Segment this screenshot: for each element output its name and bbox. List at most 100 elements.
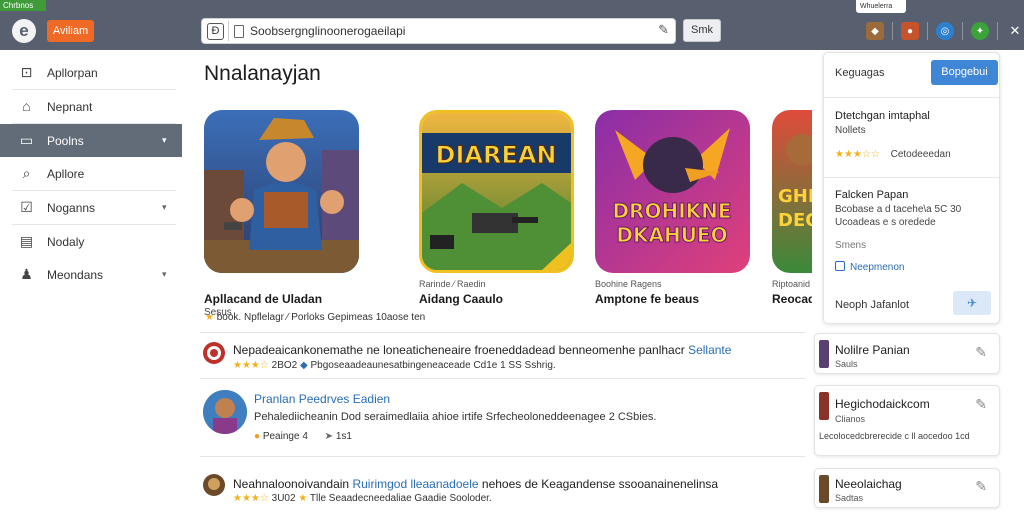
sidebar-item-label: Meondans bbox=[47, 267, 104, 282]
game-art-image: GHI DEO bbox=[772, 110, 812, 273]
toolbar-divider bbox=[927, 22, 928, 40]
panel-item-line: Bcobase a d tacehe\a 5C 30 bbox=[835, 204, 962, 215]
sidebar-item-home[interactable]: ⌂ Nepnant bbox=[0, 90, 182, 123]
sidebar-item-members[interactable]: ♟ Meondans ▾ bbox=[0, 258, 182, 291]
brand-button[interactable]: Aviliam bbox=[47, 20, 94, 42]
game-avatar-icon[interactable]: ◆ bbox=[866, 22, 884, 40]
toolbar-icons: ◆ ● ◎ ✦ ✕ bbox=[866, 20, 1024, 42]
list-item-title-part: nehoes de Keagandense ssooanainenelinsa bbox=[481, 477, 719, 491]
close-icon[interactable]: ✕ bbox=[1006, 22, 1024, 40]
panel-item-title[interactable]: Dtetchgan imtaphal bbox=[835, 110, 930, 122]
sidebar: ⊡ Apllorpan ⌂ Nepnant ▭ Poolns ▾ ⌕ Apllo… bbox=[0, 56, 182, 291]
arrow-icon: ➤ bbox=[324, 431, 334, 442]
sidebar-item-daily[interactable]: ▤ Nodaly bbox=[0, 225, 182, 258]
game-title[interactable]: Reocadas bbox=[772, 292, 812, 306]
sidebar-item-apps[interactable]: ⊡ Apllorpan bbox=[0, 56, 182, 89]
sidebar-item-label: Apllorpan bbox=[47, 65, 98, 80]
list-item-tags: ● Peainge 4 ➤ 1s1 bbox=[254, 431, 352, 442]
search-bar[interactable]: Ð ✎ bbox=[201, 18, 676, 44]
list-item-title-part: Neahnaloonoivandain bbox=[233, 477, 350, 491]
panel-divider bbox=[824, 97, 999, 98]
star-icon: ★ bbox=[205, 312, 214, 323]
game-title[interactable]: Amptone fe beaus bbox=[595, 292, 755, 306]
rating-count: 3U02 bbox=[271, 493, 296, 504]
game-card[interactable]: DIAREAN Rarinde ⁄ Raedin Aidang Caaulo bbox=[419, 110, 579, 307]
star-rating: ★★★☆☆ bbox=[835, 149, 880, 160]
game-subtitle bbox=[204, 279, 364, 291]
game-art-image: DROHIKNE DKAHUEO bbox=[595, 110, 750, 273]
panel-item-link[interactable]: Neepmenon bbox=[835, 261, 904, 273]
lock-icon: Ð bbox=[207, 23, 224, 40]
sidebar-item-label: Apllore bbox=[47, 166, 85, 181]
game-card[interactable]: DROHIKNE DKAHUEO Boohine Ragens Amptone … bbox=[595, 110, 755, 307]
sidebar-item-label: Nepnant bbox=[47, 99, 93, 114]
card-description: Lecolocedcbrerecide c ll aocedoo 1cd bbox=[819, 431, 970, 441]
list-item-link[interactable]: Sellante bbox=[688, 343, 731, 357]
games-meta-text: book. Npflelagr ⁄ Porloks Gepimeas 10aos… bbox=[216, 312, 426, 323]
section-divider bbox=[200, 456, 805, 457]
game-title[interactable]: Apllacand de Uladan bbox=[204, 292, 364, 306]
sidebar-item-explore[interactable]: ⌕ Apllore bbox=[0, 157, 182, 190]
list-item[interactable]: Pranlan Peedrves Eadien Pehalediicheanin… bbox=[203, 388, 803, 448]
list-item-link[interactable]: Pranlan Peedrves Eadien bbox=[254, 392, 390, 406]
game-subtitle: Riptoanid bbox=[772, 279, 811, 289]
card-title: Nolilre Panian bbox=[835, 343, 910, 357]
pencil-icon[interactable]: ✎ bbox=[975, 344, 987, 361]
edit-icon: ☑ bbox=[20, 199, 33, 215]
sidebar-item-pools[interactable]: ▭ Poolns ▾ bbox=[0, 124, 182, 157]
game-art-title: DKAHUEO bbox=[616, 223, 727, 247]
pencil-icon[interactable]: ✎ bbox=[975, 478, 987, 495]
profile-avatar-icon[interactable]: ● bbox=[901, 22, 919, 40]
page-title: Nnalanayjan bbox=[204, 62, 321, 85]
tag-count: 4 bbox=[302, 431, 308, 442]
game-card[interactable]: GHI DEO Riptoanid Reocadas bbox=[772, 110, 812, 306]
send-icon[interactable]: ✈ bbox=[953, 291, 991, 315]
pencil-icon[interactable]: ✎ bbox=[975, 396, 987, 413]
pencil-icon[interactable]: ✎ bbox=[658, 22, 669, 38]
list-item-link[interactable]: Ruirimgod lleaanadoele bbox=[352, 477, 478, 491]
list-item[interactable]: Neahnaloonoivandain Ruirimgod lleaanadoe… bbox=[203, 474, 803, 510]
section-divider bbox=[200, 332, 805, 333]
suggestion-card[interactable]: Hegichodaickcom Clianos Lecolocedcbrerec… bbox=[814, 385, 1000, 456]
page-icon bbox=[234, 25, 244, 38]
game-card[interactable]: Apllacand de Uladan Sesus bbox=[204, 110, 364, 318]
card-title: Neeolaichag bbox=[835, 477, 902, 491]
sidebar-item-label: Noganns bbox=[47, 200, 96, 215]
sidebar-item-manage[interactable]: ☑ Noganns ▾ bbox=[0, 191, 182, 224]
sidebar-item-label: Poolns bbox=[47, 133, 84, 148]
suggestion-card[interactable]: Neeolaichag Sadtas ✎ bbox=[814, 468, 1000, 508]
card-subtitle: Clianos bbox=[835, 414, 866, 424]
game-title[interactable]: Aidang Caaulo bbox=[419, 292, 579, 306]
panel-primary-button[interactable]: Bopgebui bbox=[931, 60, 998, 85]
extension-icon[interactable]: ✦ bbox=[971, 22, 989, 40]
star-rating: ★★★☆ bbox=[233, 360, 269, 371]
game-art-title: DEO bbox=[778, 210, 812, 231]
toolbar-divider bbox=[892, 22, 893, 40]
panel-footer-text: Neoph Jafanlot bbox=[835, 299, 909, 311]
game-subtitle: Rarinde ⁄ Raedin bbox=[419, 279, 486, 289]
list-item-description: Pbgoseaadeaunesatbingeneaceade Cd1e 1 SS… bbox=[310, 360, 556, 371]
checkbox-icon bbox=[835, 261, 845, 271]
globe-icon[interactable]: ◎ bbox=[936, 22, 954, 40]
home-icon: ⌂ bbox=[22, 98, 31, 114]
panel-item-title[interactable]: Falcken Papan bbox=[835, 189, 908, 201]
chevron-down-icon: ▾ bbox=[162, 269, 167, 279]
panel-item-rating-row: ★★★☆☆ Cetodeeedan bbox=[835, 149, 951, 160]
search-input[interactable] bbox=[250, 22, 650, 40]
avatar bbox=[203, 342, 225, 364]
game-art-title: DIAREAN bbox=[436, 141, 557, 169]
list-item-title-part: ne loneaticheneaire froeneddadead benneo… bbox=[366, 343, 685, 357]
list-item[interactable]: Nepadeaicankonemathe ne loneaticheneaire… bbox=[203, 340, 803, 380]
panel-link-label: Neepmenon bbox=[850, 262, 905, 273]
app-logo-icon[interactable]: e bbox=[12, 19, 36, 43]
side-panel: Keguagas Bopgebui Dtetchgan imtaphal Nol… bbox=[823, 52, 1000, 324]
panel-item-meta: Cetodeeedan bbox=[890, 149, 951, 160]
avatar bbox=[203, 390, 247, 434]
game-art-image bbox=[204, 110, 359, 273]
search-button[interactable]: Smk bbox=[683, 19, 721, 42]
avatar bbox=[203, 474, 225, 496]
card-subtitle: Sadtas bbox=[835, 493, 864, 503]
rating-count: 2BO2 bbox=[271, 360, 298, 371]
suggestion-card[interactable]: Nolilre Panian Sauls ✎ bbox=[814, 333, 1000, 374]
panel-item-label: Smens bbox=[835, 240, 867, 251]
